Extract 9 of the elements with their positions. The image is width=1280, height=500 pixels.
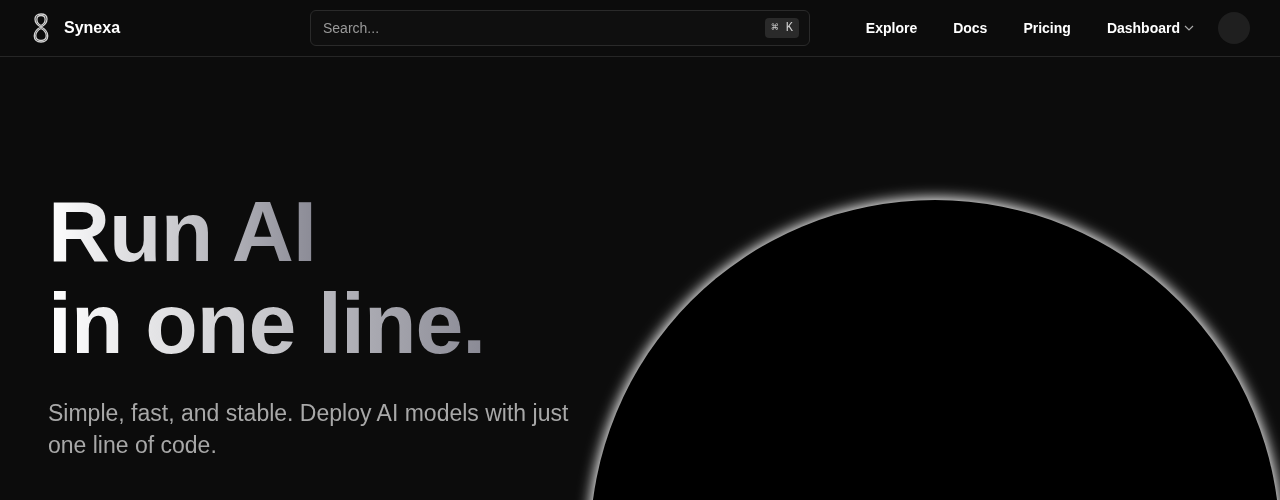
- nav-dropdown[interactable]: Dashboard: [1106, 17, 1194, 39]
- chevron-down-icon: [1184, 25, 1194, 31]
- brand-name: Synexa: [64, 18, 121, 38]
- hero-subtitle: Simple, fast, and stable. Deploy AI models with just one line of code.: [48, 399, 570, 460]
- nav-link[interactable]: Pricing: [1023, 17, 1071, 39]
- shortcut-key: ⌘ K: [765, 18, 799, 38]
- nav-link[interactable]: Docs: [953, 17, 988, 39]
- hero-title: Run AI in one line.: [48, 185, 487, 369]
- nav-link[interactable]: Explore: [865, 17, 918, 39]
